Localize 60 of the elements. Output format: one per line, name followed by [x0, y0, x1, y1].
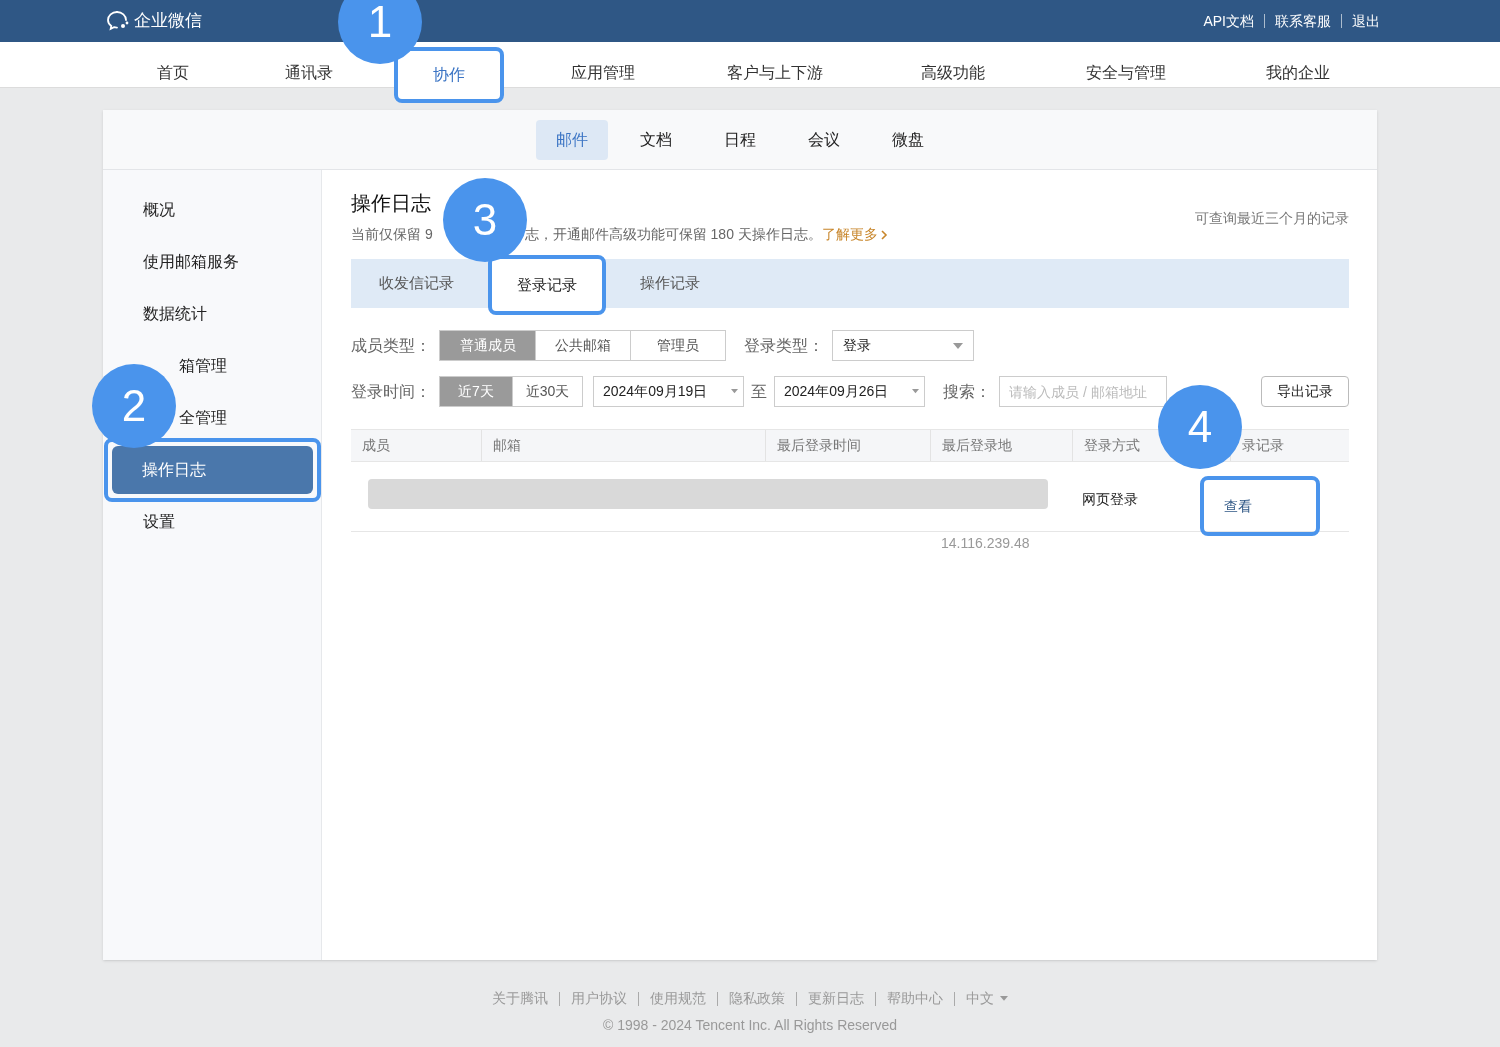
sidebar-item[interactable]: 操作日志 — [112, 446, 313, 494]
page-title: 操作日志 — [351, 191, 432, 216]
app-tab[interactable]: 邮件 — [536, 119, 608, 160]
callout-badge: 1 — [338, 0, 422, 64]
header-link[interactable]: API文档 — [1203, 10, 1254, 32]
nav-tab[interactable]: 应用管理 — [562, 42, 643, 103]
view-link[interactable]: 查看 — [1200, 476, 1320, 536]
callout-badge: 4 — [1158, 385, 1242, 469]
export-button[interactable]: 导出记录 — [1261, 376, 1349, 407]
date-select[interactable]: 2024年09月26日 — [774, 376, 925, 407]
header-link[interactable]: 退出 — [1352, 10, 1380, 32]
logo-text: 企业微信 — [134, 10, 202, 33]
sidebar-item[interactable]: 概况 — [103, 186, 175, 234]
filter-label: 搜索： — [943, 381, 991, 402]
app-tab[interactable]: 微盘 — [872, 119, 944, 160]
filter-label: 登录时间： — [351, 381, 431, 402]
column-header: 登录方式 — [1084, 436, 1140, 455]
chat-bubble-icon — [106, 10, 130, 32]
filter-label: 成员类型： — [351, 335, 431, 356]
log-tab[interactable]: 操作记录 — [616, 259, 724, 308]
login-type-select[interactable]: 登录 — [832, 330, 974, 361]
nav-tab[interactable]: 通讯录 — [277, 42, 341, 103]
column-header: 最后登录地 — [942, 436, 1012, 455]
caret-down-icon — [1000, 996, 1008, 1001]
table-cell-text: 网页登录 — [1082, 489, 1138, 509]
nav-tab[interactable]: 首页 — [149, 42, 197, 103]
sidebar-item[interactable]: 箱管理 — [179, 342, 227, 390]
notice-text: 志，开通邮件高级功能可保留 180 天操作日志。 — [524, 225, 822, 244]
caret-down-icon — [953, 342, 963, 349]
date-select[interactable]: 2024年09月19日 — [593, 376, 744, 407]
column-header: 邮箱 — [493, 436, 521, 455]
table-cell-text: 14.116.239.48 — [941, 534, 1030, 553]
filter-label: 登录类型： — [744, 335, 824, 356]
callout-badge: 2 — [92, 364, 176, 448]
chevron-right-icon — [879, 228, 888, 241]
column-header: 最后登录时间 — [777, 436, 861, 455]
nav-tab[interactable]: 协作 — [394, 47, 504, 103]
log-tab[interactable]: 收发信记录 — [355, 259, 478, 308]
caret-down-icon — [912, 389, 919, 394]
app-tab[interactable]: 日程 — [704, 119, 776, 160]
range-note: 可查询最近三个月的记录 — [1195, 209, 1349, 228]
app-tab[interactable]: 文档 — [620, 119, 692, 160]
sidebar-item[interactable]: 数据统计 — [103, 290, 207, 338]
search-field[interactable]: 请输入成员 / 邮箱地址 — [999, 376, 1167, 407]
sidebar-item[interactable]: 全管理 — [179, 394, 227, 442]
caret-down-icon — [731, 389, 738, 394]
nav-tab[interactable]: 安全与管理 — [1078, 42, 1174, 103]
app-tab[interactable]: 会议 — [788, 119, 860, 160]
notice-text: 当前仅保留 9 — [351, 225, 433, 244]
log-tab[interactable]: 登录记录 — [488, 255, 606, 315]
filter-label: 至 — [751, 381, 767, 402]
nav-tab[interactable]: 客户与上下游 — [719, 42, 831, 103]
header-link[interactable]: 联系客服 — [1275, 10, 1331, 32]
sidebar-item[interactable]: 使用邮箱服务 — [103, 238, 239, 286]
column-header: 录记录 — [1242, 436, 1284, 455]
nav-tab[interactable]: 我的企业 — [1258, 42, 1338, 103]
sidebar-item[interactable]: 设置 — [103, 498, 175, 546]
nav-tab[interactable]: 高级功能 — [912, 42, 993, 103]
copyright-text: © 1998 - 2024 Tencent Inc. All Rights Reserved — [602, 1016, 898, 1035]
column-header: 成员 — [362, 436, 390, 455]
